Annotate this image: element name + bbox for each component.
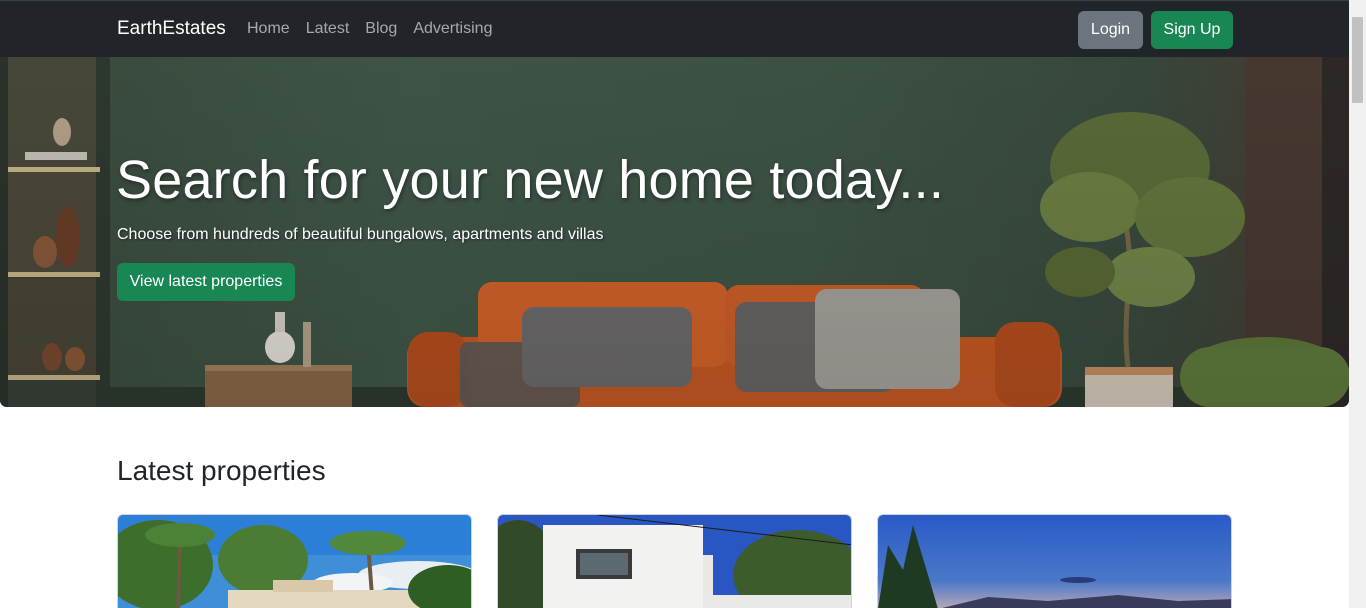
property-photo bbox=[498, 515, 851, 608]
view-latest-properties-button[interactable]: View latest properties bbox=[117, 263, 295, 301]
page-scrollbar[interactable] bbox=[1349, 0, 1366, 608]
brand-logo-link[interactable]: EarthEstates bbox=[117, 18, 226, 40]
nav-link-blog[interactable]: Blog bbox=[365, 20, 397, 38]
top-navbar: EarthEstates Home Latest Blog Advertisin… bbox=[0, 0, 1349, 57]
signup-button[interactable]: Sign Up bbox=[1151, 11, 1233, 49]
hero-banner: Search for your new home today... Choose… bbox=[0, 57, 1349, 407]
nav-links: Home Latest Blog Advertising bbox=[247, 20, 492, 38]
nav-link-latest[interactable]: Latest bbox=[306, 20, 350, 38]
property-photo bbox=[118, 515, 471, 608]
nav-link-advertising[interactable]: Advertising bbox=[413, 20, 492, 38]
property-photo bbox=[878, 515, 1231, 608]
hero-subtitle: Choose from hundreds of beautiful bungal… bbox=[117, 226, 604, 243]
nav-link-home[interactable]: Home bbox=[247, 20, 290, 38]
property-card[interactable] bbox=[497, 514, 852, 608]
scrollbar-thumb[interactable] bbox=[1352, 17, 1363, 103]
hero-title: Search for your new home today... bbox=[116, 150, 945, 210]
latest-properties-heading: Latest properties bbox=[117, 455, 326, 486]
login-button[interactable]: Login bbox=[1078, 11, 1143, 49]
property-card[interactable] bbox=[117, 514, 472, 608]
property-card[interactable] bbox=[877, 514, 1232, 608]
